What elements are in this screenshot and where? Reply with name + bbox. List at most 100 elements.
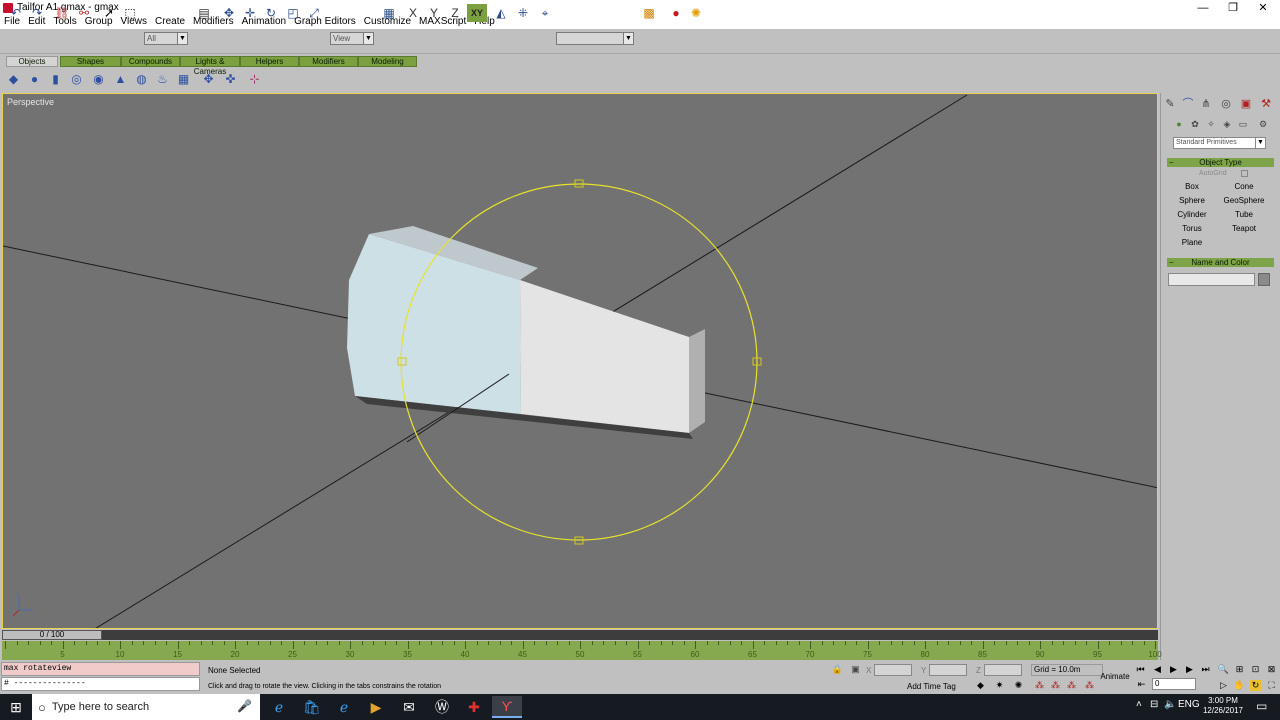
teapot-icon[interactable]: ♨: [155, 71, 170, 86]
taskbar-search-box[interactable]: ○ Type here to search 🎤: [32, 694, 260, 720]
tube-button[interactable]: Tube: [1220, 209, 1268, 221]
unlink-icon[interactable]: ⚯: [75, 4, 93, 22]
sphere-button[interactable]: Sphere: [1168, 195, 1216, 207]
tab-objects[interactable]: Objects: [6, 56, 58, 67]
rotate-icon[interactable]: ↻: [262, 4, 280, 22]
hierarchy-panel-icon[interactable]: ⋔: [1199, 96, 1213, 110]
time-slider[interactable]: 0 / 100: [2, 630, 1158, 640]
current-frame-field[interactable]: 0: [1152, 678, 1196, 690]
store-icon[interactable]: 🛍: [297, 696, 327, 718]
pivot-icon[interactable]: ⊹: [247, 71, 262, 86]
shapes-icon[interactable]: ✿: [1189, 118, 1201, 130]
move-alt-icon[interactable]: ✛: [241, 4, 259, 22]
create-panel-icon[interactable]: ✎: [1163, 96, 1177, 110]
cylinder-icon[interactable]: ▮: [48, 71, 63, 86]
maxscript-listener-input[interactable]: # ---------------: [1, 677, 200, 691]
object-name-field[interactable]: [1168, 273, 1255, 286]
gmax-taskbar-icon[interactable]: Ƴ: [492, 696, 522, 718]
cone-button[interactable]: Cone: [1220, 181, 1268, 193]
category-dropdown[interactable]: Standard Primitives ▼: [1173, 137, 1266, 149]
object-type-rollout[interactable]: − Object Type: [1167, 158, 1274, 167]
notification-icon[interactable]: ▭: [1256, 699, 1267, 713]
field-of-view-icon[interactable]: ▷: [1218, 680, 1229, 691]
volume-icon[interactable]: 🔈: [1164, 699, 1176, 710]
restore-button[interactable]: ❐: [1216, 0, 1250, 15]
angle-snap-icon[interactable]: ✷: [994, 680, 1005, 691]
tab-shapes[interactable]: Shapes: [60, 56, 121, 67]
select-arrow-icon[interactable]: ➚: [100, 4, 118, 22]
tab-lights-cameras[interactable]: Lights & Cameras: [180, 56, 240, 76]
absolute-mode-icon[interactable]: ▣: [850, 664, 861, 675]
tab-compounds[interactable]: Compounds: [121, 56, 180, 67]
modify-panel-icon[interactable]: ⌒: [1181, 96, 1195, 110]
menu-create[interactable]: Create: [151, 15, 189, 29]
previous-frame-icon[interactable]: ◀: [1152, 664, 1163, 675]
utilities-panel-icon[interactable]: ⚒: [1259, 96, 1273, 110]
minimize-button[interactable]: —: [1186, 0, 1220, 15]
zoom-all-icon[interactable]: ⊞: [1234, 664, 1245, 675]
restrict-xy-button[interactable]: XY: [467, 4, 487, 22]
crossing-select-icon[interactable]: ⁂: [1066, 680, 1077, 691]
animate-button[interactable]: Animate: [1098, 665, 1132, 689]
helpers-icon[interactable]: ▭: [1237, 118, 1249, 130]
box-icon[interactable]: ◆: [6, 71, 21, 86]
x-coordinate-field[interactable]: [874, 664, 912, 676]
torus-icon[interactable]: ◎: [69, 71, 84, 86]
selection-filter-dropdown[interactable]: All ▼: [144, 32, 188, 45]
add-time-tag-button[interactable]: Add Time Tag: [907, 682, 956, 691]
torus-button[interactable]: Torus: [1168, 223, 1216, 235]
snap-icon[interactable]: ⌖: [536, 4, 554, 22]
teapot-button[interactable]: Teapot: [1220, 223, 1268, 235]
autogrid-checkbox[interactable]: [1241, 170, 1248, 177]
lights-icon[interactable]: ✧: [1205, 118, 1217, 130]
track-bar[interactable]: 5 10 15 20 25 30 35 40 45 50 55 60 65 70 75 80 85 90 95 100: [2, 641, 1162, 660]
align-icon[interactable]: ⁜: [514, 4, 532, 22]
percent-snap-icon[interactable]: ✺: [1013, 680, 1024, 691]
maximize-viewport-icon[interactable]: ⛶: [1266, 680, 1277, 691]
mirror-icon[interactable]: ◭: [492, 4, 510, 22]
pan-icon[interactable]: ✋: [1234, 680, 1245, 691]
tab-modifiers[interactable]: Modifiers: [299, 56, 358, 67]
display-panel-icon[interactable]: ▣: [1239, 96, 1253, 110]
edit-named-selection-icon[interactable]: ⁂: [1050, 680, 1061, 691]
grid-helper-icon[interactable]: ✥: [201, 71, 216, 86]
zoom-icon[interactable]: 🔍: [1218, 664, 1229, 675]
language-indicator[interactable]: ENG: [1178, 699, 1200, 710]
plane-button[interactable]: Plane: [1168, 237, 1216, 249]
cone-icon[interactable]: ▲: [113, 71, 128, 86]
mail-icon[interactable]: ✉: [394, 696, 424, 718]
degradation-override-icon[interactable]: ⁂: [1084, 680, 1095, 691]
go-to-end-icon[interactable]: ⏭: [1200, 664, 1211, 675]
reference-coord-dropdown[interactable]: View ▼: [330, 32, 374, 45]
render-teapot-icon[interactable]: ●: [667, 4, 685, 22]
restrict-y-icon[interactable]: Y: [425, 4, 443, 22]
key-mode-icon[interactable]: ⇤: [1136, 679, 1147, 690]
undo-icon[interactable]: ↶: [7, 4, 25, 22]
geosphere-button[interactable]: GeoSphere: [1220, 195, 1268, 207]
puzzle-app-icon[interactable]: ✚: [459, 696, 489, 718]
app-w-icon[interactable]: Ⓦ: [427, 696, 457, 718]
system-clock[interactable]: 3:00 PM 12/26/2017: [1198, 696, 1248, 716]
plane-icon[interactable]: ▦: [176, 71, 191, 86]
pivot-center-icon[interactable]: ▦: [380, 4, 398, 22]
windows-start-icon[interactable]: ⊞: [0, 694, 32, 720]
snap-toggle-icon[interactable]: ◆: [975, 680, 986, 691]
object-color-swatch[interactable]: [1258, 273, 1270, 286]
cylinder-button[interactable]: Cylinder: [1168, 209, 1216, 221]
zoom-extents-icon[interactable]: ⊡: [1250, 664, 1261, 675]
redo-icon[interactable]: ↷: [28, 4, 46, 22]
named-selection-dropdown[interactable]: ▼: [556, 32, 634, 45]
tailfin-mesh[interactable]: [347, 226, 705, 439]
region-select-icon[interactable]: ⬚: [121, 4, 139, 22]
material-editor-icon[interactable]: ▩: [640, 4, 658, 22]
z-coordinate-field[interactable]: [984, 664, 1022, 676]
motion-panel-icon[interactable]: ◎: [1219, 96, 1233, 110]
name-color-rollout[interactable]: − Name and Color: [1167, 258, 1274, 267]
select-by-name-icon[interactable]: ▤: [195, 4, 213, 22]
tray-overflow-icon[interactable]: ˄: [1136, 699, 1142, 710]
network-icon[interactable]: ⊟: [1150, 699, 1158, 710]
restrict-z-icon[interactable]: Z: [446, 4, 464, 22]
microphone-icon[interactable]: 🎤: [237, 699, 252, 713]
edge-browser-icon[interactable]: ℯ: [264, 696, 294, 718]
box-button[interactable]: Box: [1168, 181, 1216, 193]
